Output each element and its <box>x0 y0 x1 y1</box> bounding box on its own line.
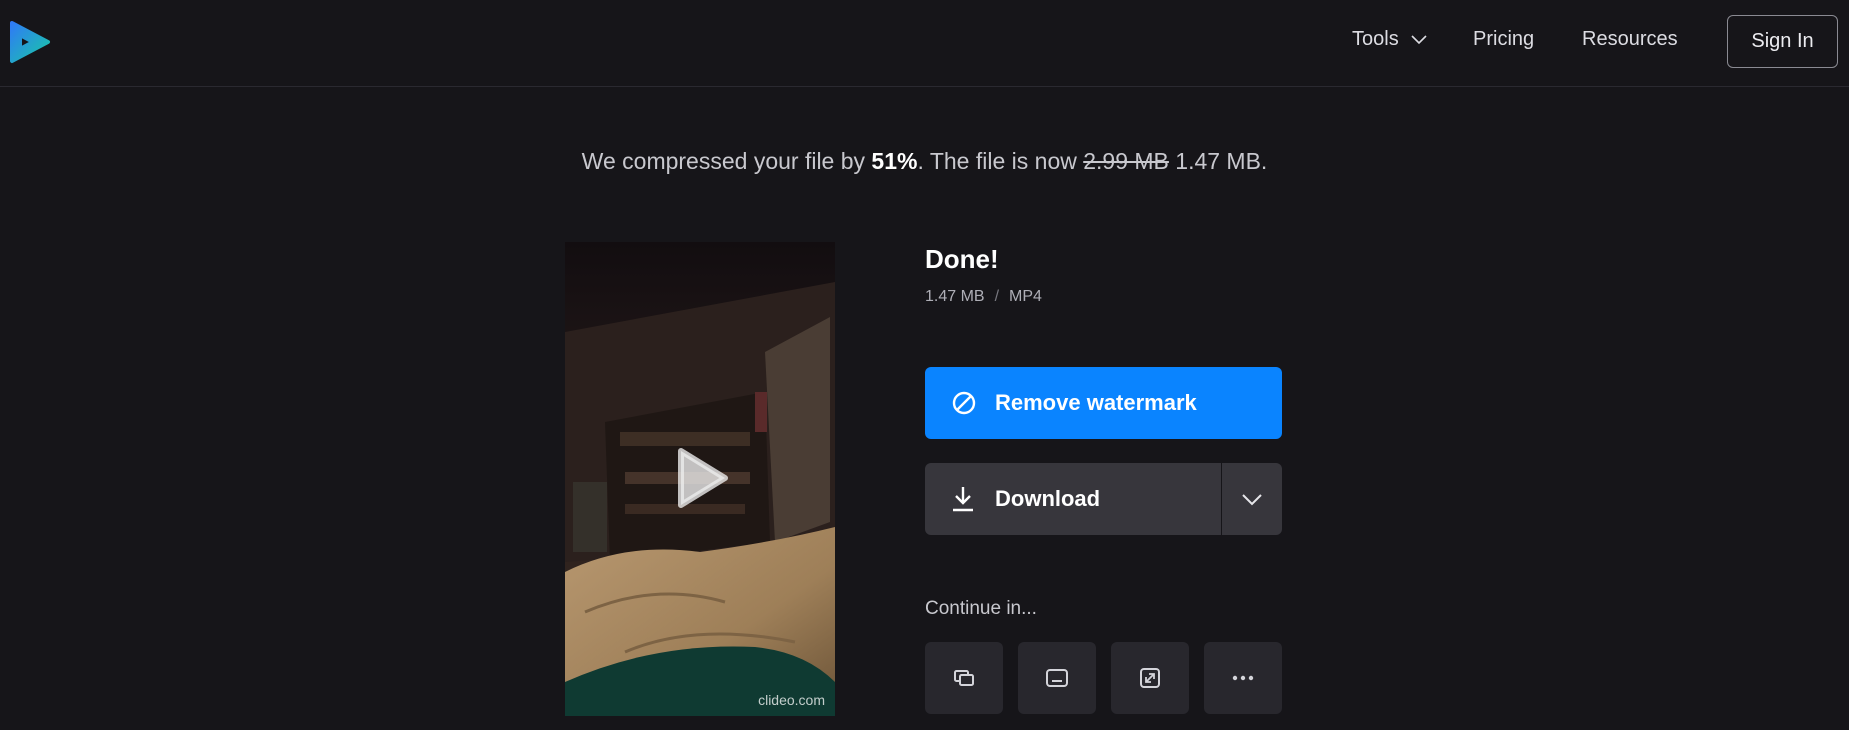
resize-icon <box>1140 668 1160 688</box>
new-size: 1.47 MB. <box>1168 148 1268 174</box>
continue-label: Continue in... <box>925 598 1037 619</box>
message-prefix: We compressed your file by <box>581 148 872 174</box>
watermark-text: clideo.com <box>758 692 825 708</box>
more-icon <box>1232 675 1254 681</box>
download-options-button[interactable] <box>1222 463 1282 535</box>
nav-pricing[interactable]: Pricing <box>1473 28 1534 51</box>
remove-watermark-button[interactable]: Remove watermark <box>925 367 1282 439</box>
header: Tools Pricing Resources Sign In <box>0 0 1849 87</box>
message-middle: . The file is now <box>917 148 1084 174</box>
file-meta: 1.47 MB / MP4 <box>925 288 1042 306</box>
chevron-down-icon <box>1242 494 1262 506</box>
more-tools-button[interactable] <box>1204 642 1282 714</box>
file-format: MP4 <box>1009 288 1042 305</box>
download-button[interactable]: Download <box>925 463 1221 535</box>
nav-tools[interactable]: Tools <box>1352 28 1427 51</box>
subtitles-tool-button[interactable] <box>1018 642 1096 714</box>
compression-message: We compressed your file by 51%. The file… <box>0 148 1849 175</box>
old-size: 2.99 MB <box>1083 148 1169 174</box>
subtitles-icon <box>1046 669 1068 687</box>
compression-percent: 51% <box>871 148 918 174</box>
file-size: 1.47 MB <box>925 288 985 305</box>
download-label: Download <box>995 486 1101 511</box>
meta-separator: / <box>994 288 1000 305</box>
result-title: Done! <box>925 244 999 274</box>
download-icon <box>953 487 973 512</box>
nav-tools-label: Tools <box>1352 28 1399 50</box>
nav-resources[interactable]: Resources <box>1582 28 1678 51</box>
remove-watermark-label: Remove watermark <box>995 390 1197 415</box>
play-icon[interactable] <box>677 447 729 509</box>
no-sign-icon <box>952 391 976 415</box>
merge-tool-button[interactable] <box>925 642 1003 714</box>
play-logo-icon[interactable] <box>6 20 54 64</box>
merge-icon <box>954 670 974 686</box>
video-preview[interactable]: clideo.com <box>565 242 835 716</box>
chevron-down-icon <box>1411 34 1427 44</box>
sign-in-button[interactable]: Sign In <box>1727 15 1838 68</box>
resize-tool-button[interactable] <box>1111 642 1189 714</box>
